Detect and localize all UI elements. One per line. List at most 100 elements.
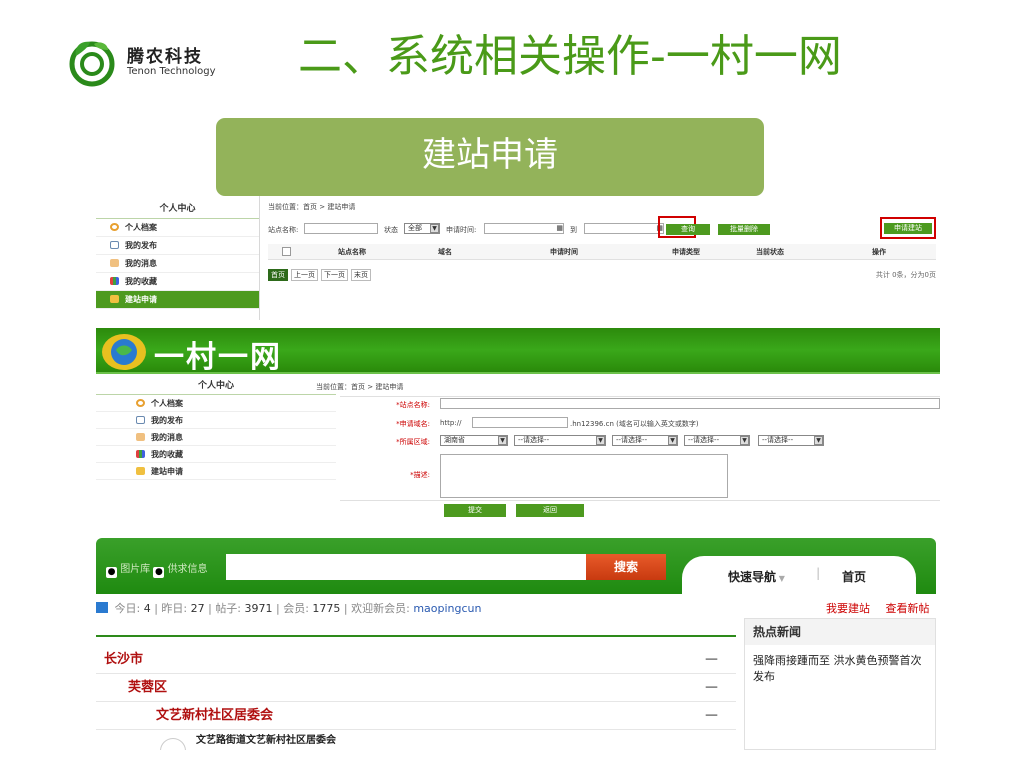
breadcrumb-home[interactable]: 首页 xyxy=(303,203,317,211)
pager-last[interactable]: 末页 xyxy=(351,269,371,281)
screenshot-application-form: 一村一网 个人中心 个人档案 我的发布 我的消息 我的收藏 建站申请 当前位置：… xyxy=(96,328,940,518)
col-apply-time: 申请时间 xyxy=(550,248,578,256)
folder-icon xyxy=(136,467,145,475)
col-site-name: 站点名称 xyxy=(338,248,366,256)
nav-quick[interactable]: 快速导航 ▼ xyxy=(728,568,785,585)
sidebar-item-site-apply[interactable]: 建站申请 xyxy=(96,291,259,309)
batch-delete-button[interactable]: 批量删除 xyxy=(718,224,770,235)
tree-row-changsha[interactable]: 长沙市 — xyxy=(96,646,736,674)
status-select[interactable]: 全部 ▼ xyxy=(404,223,440,234)
township-select[interactable]: --请选择-- ▼ xyxy=(684,435,750,446)
select-all-checkbox[interactable] xyxy=(282,247,291,256)
site-name-label: *站点名称: xyxy=(396,401,430,409)
col-action: 操作 xyxy=(872,248,886,256)
chart-icon xyxy=(136,450,145,458)
pagination: 首页 上一页 下一页 末页 xyxy=(268,269,371,281)
pager-first[interactable]: 首页 xyxy=(268,269,288,281)
site-header: 一村一网 xyxy=(96,328,940,375)
description-textarea[interactable] xyxy=(440,454,728,498)
chevron-down-icon: ▼ xyxy=(814,436,823,445)
tenon-logo-icon xyxy=(69,41,115,87)
list-item[interactable]: 文艺路街道文艺新村社区居委会 xyxy=(96,730,736,750)
sidebar-item-favorites[interactable]: 我的收藏 xyxy=(96,273,259,291)
village-select[interactable]: --请选择-- ▼ xyxy=(758,435,824,446)
province-select[interactable]: 湖南省 ▼ xyxy=(440,435,508,446)
radio-icon[interactable]: ● xyxy=(106,567,117,578)
hot-news-title: 热点新闻 xyxy=(745,619,935,645)
submit-button[interactable]: 提交 xyxy=(444,504,506,517)
logo-chinese-name: 腾农科技 xyxy=(127,47,203,67)
pager-next[interactable]: 下一页 xyxy=(321,269,348,281)
start-date-input[interactable]: ▦ xyxy=(484,223,564,234)
collapse-icon[interactable]: — xyxy=(705,674,718,702)
sidebar-item-posts[interactable]: 我的发布 xyxy=(96,412,336,429)
search-bar: ● 图片库 ● 供求信息 搜索 快速导航 ▼ | 首页 xyxy=(96,538,936,594)
logo-english-name: Tenon Technology xyxy=(127,66,216,77)
pager-prev[interactable]: 上一页 xyxy=(291,269,318,281)
site-name-input[interactable] xyxy=(304,223,378,234)
domain-prefix: http:// xyxy=(440,419,462,427)
pagination-total: 共计 0条，分为0页 xyxy=(875,271,936,279)
domain-label: *申请域名: xyxy=(396,420,430,428)
new-posts-link[interactable]: 查看新帖 xyxy=(886,602,930,615)
forum-stats: 今日: 4 | 昨日: 27 | 帖子: 3971 | 会员: 1775 | 欢… xyxy=(96,600,736,618)
chevron-down-icon: ▼ xyxy=(740,436,749,445)
breadcrumb-home[interactable]: 首页 xyxy=(351,383,365,391)
city-select[interactable]: --请选择-- ▼ xyxy=(514,435,606,446)
collapse-icon[interactable]: — xyxy=(705,702,718,730)
sidebar-item-profile[interactable]: 个人档案 xyxy=(96,219,259,237)
radio-label-2: 供求信息 xyxy=(167,564,208,575)
description-label: *描述: xyxy=(410,471,430,479)
quick-links: 我要建站 查看新帖 xyxy=(826,600,930,616)
filter-status-label: 状态 xyxy=(384,226,398,234)
avatar xyxy=(160,738,186,750)
chevron-down-icon: ▼ xyxy=(668,436,677,445)
sidebar-item-site-apply[interactable]: 建站申请 xyxy=(96,463,336,480)
screenshot-application-list: 个人中心 个人档案 我的发布 我的消息 我的收藏 建站申请 当前位置：首页 > … xyxy=(96,196,936,320)
nav-home[interactable]: 首页 xyxy=(842,568,866,585)
radio-label-1: 图片库 xyxy=(120,564,151,575)
filter-apply-time-label: 申请时间: xyxy=(446,226,477,234)
divider xyxy=(340,500,940,501)
collapse-icon[interactable]: — xyxy=(705,646,718,674)
sidebar-title: 个人中心 xyxy=(96,196,259,219)
end-date-input[interactable]: ▦ xyxy=(584,223,664,234)
col-status: 当前状态 xyxy=(756,248,784,256)
tree-row-furong[interactable]: 芙蓉区 — xyxy=(96,674,736,702)
sidebar-item-favorites[interactable]: 我的收藏 xyxy=(96,446,336,463)
sidebar-item-messages[interactable]: 我的消息 xyxy=(96,429,336,446)
chevron-down-icon: ▼ xyxy=(430,224,439,233)
domain-input[interactable] xyxy=(472,417,568,428)
site-title: 一村一网 xyxy=(154,340,282,375)
filter-site-name-label: 站点名称: xyxy=(268,226,299,234)
county-select[interactable]: --请选择-- ▼ xyxy=(612,435,678,446)
site-name-input[interactable] xyxy=(440,398,940,409)
slide-title: 二、系统相关操作-一村一网 xyxy=(298,31,842,82)
search-button[interactable]: 搜索 xyxy=(586,554,666,580)
chevron-down-icon: ▼ xyxy=(776,574,785,583)
apply-site-button[interactable]: 申请建站 xyxy=(884,223,932,234)
search-input[interactable] xyxy=(226,554,586,580)
document-icon xyxy=(136,416,145,424)
sidebar-item-profile[interactable]: 个人档案 xyxy=(96,395,336,412)
sidebar-item-messages[interactable]: 我的消息 xyxy=(96,255,259,273)
village-logo-icon xyxy=(102,334,146,370)
query-button[interactable]: 查询 xyxy=(666,224,710,235)
radio-icon[interactable]: ● xyxy=(153,567,165,578)
nav-separator: | xyxy=(816,566,821,580)
hot-news-item[interactable]: 强降雨接踵而至 洪水黄色预警首次发布 xyxy=(745,645,935,693)
back-button[interactable]: 返回 xyxy=(516,504,584,517)
new-member-link[interactable]: maopingcun xyxy=(413,602,481,615)
table-header: 站点名称 域名 申请时间 申请类型 当前状态 操作 xyxy=(268,244,936,260)
calendar-icon: ▦ xyxy=(556,224,563,232)
sidebar-item-posts[interactable]: 我的发布 xyxy=(96,237,259,255)
sidebar-title: 个人中心 xyxy=(96,378,336,395)
hot-news-panel: 热点新闻 强降雨接踵而至 洪水黄色预警首次发布 xyxy=(744,618,936,750)
domain-suffix-hint: .hn12396.cn (域名可以输入英文或数字) xyxy=(570,420,699,428)
region-tree: 长沙市 — 芙蓉区 — 文艺新村社区居委会 — 文艺路街道文艺新村社区居委会 xyxy=(96,646,736,750)
main-panel: 当前位置：首页 > 建站申请 站点名称: 状态 全部 ▼ 申请时间: ▦ 到 ▦… xyxy=(268,196,936,320)
application-form: 当前位置：首页 > 建站申请 *站点名称: *申请域名: http:// .hn… xyxy=(316,378,940,518)
col-apply-type: 申请类型 xyxy=(672,248,700,256)
tree-row-wenyi[interactable]: 文艺新村社区居委会 — xyxy=(96,702,736,730)
build-site-link[interactable]: 我要建站 xyxy=(826,602,870,615)
